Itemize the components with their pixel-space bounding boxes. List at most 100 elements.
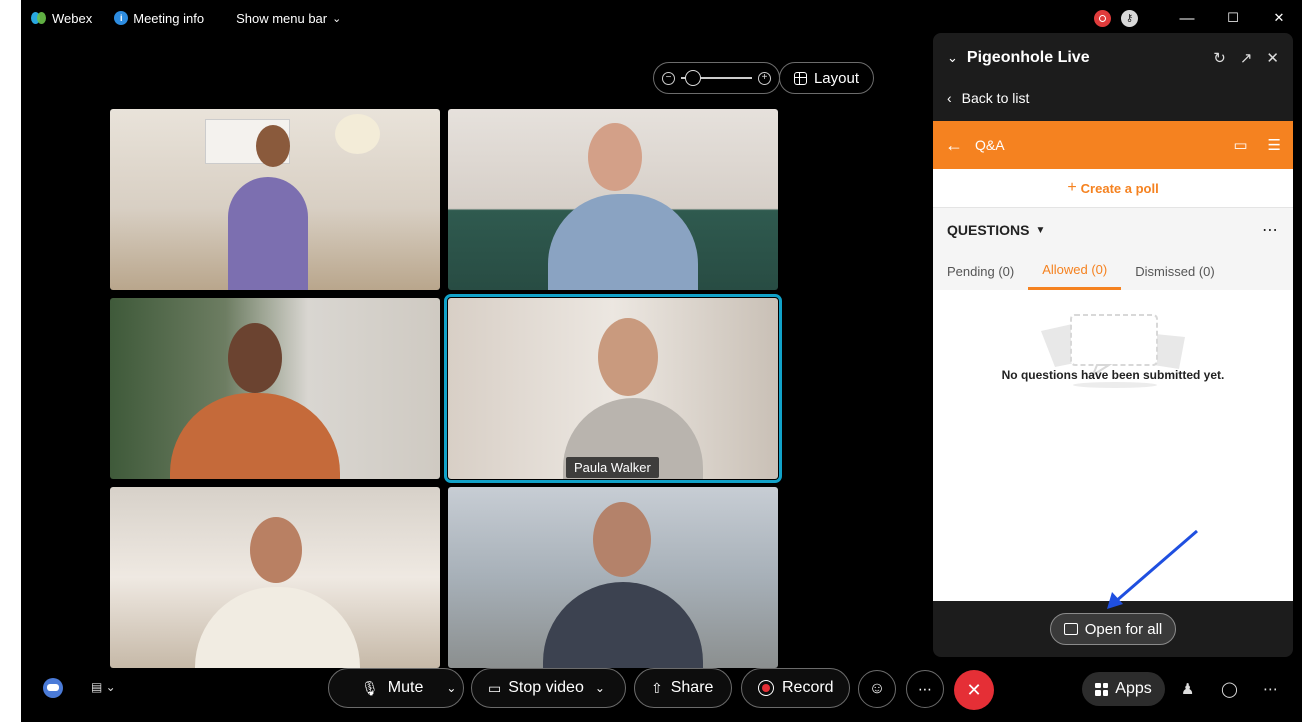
- mute-button[interactable]: 🎙 Mute ⌄: [328, 668, 464, 708]
- smiley-icon: ☺: [868, 680, 886, 697]
- participant-head: [593, 502, 651, 577]
- video-options-chevron-icon[interactable]: ⌄: [595, 681, 605, 695]
- back-arrow-icon[interactable]: ←: [945, 135, 963, 156]
- participant-head: [598, 318, 658, 396]
- panel-header: ⌄ Pigeonhole Live ↻ ↗ ✕: [933, 33, 1293, 83]
- app-name: Webex: [52, 10, 93, 26]
- questions-header: QUESTIONS ▼ ⋯ Pending (0) Allowed (0) Di…: [933, 208, 1293, 290]
- caret-down-icon[interactable]: ▼: [1035, 225, 1045, 236]
- title-bar: Webex i Meeting info Show menu bar ⌄ ⚷ —…: [21, 0, 1302, 36]
- open-for-all-label: Open for all: [1084, 620, 1163, 638]
- video-tile-4-active-speaker[interactable]: [444, 294, 782, 483]
- meeting-info-button[interactable]: i Meeting info: [114, 11, 204, 26]
- more-options-icon[interactable]: ⋯: [1262, 220, 1279, 240]
- recording-indicator-icon[interactable]: [1094, 9, 1111, 27]
- collapse-chevron-icon[interactable]: ⌄: [947, 50, 958, 66]
- share-screen-icon: [1063, 623, 1078, 635]
- chevron-left-icon: ‹: [947, 90, 952, 106]
- empty-questions-message: No questions have been submitted yet.: [1001, 368, 1225, 382]
- meeting-controls-bar: ▤ ⌄ 🎙 Mute ⌄ ▭ Stop video ⌄ ⇧ Share Reco…: [21, 668, 1302, 712]
- participant-head: [256, 125, 290, 167]
- close-x-icon: ✕: [966, 679, 982, 700]
- end-meeting-button[interactable]: ✕: [954, 670, 994, 710]
- tab-allowed[interactable]: Allowed (0): [1028, 252, 1122, 290]
- reactions-button[interactable]: ☺: [858, 670, 896, 708]
- show-menu-bar-label: Show menu bar: [236, 10, 328, 26]
- tab-dismissed[interactable]: Dismissed (0): [1121, 252, 1228, 290]
- captions-icon[interactable]: ▤ ⌄: [91, 680, 116, 694]
- ellipsis-icon: ⋯: [918, 680, 932, 697]
- mute-options-chevron-icon[interactable]: ⌄: [446, 681, 456, 695]
- maximize-button[interactable]: ☐: [1210, 10, 1256, 26]
- back-to-list-button[interactable]: ‹ Back to list: [933, 83, 1293, 113]
- close-button[interactable]: ✕: [1256, 10, 1302, 26]
- show-menu-bar-button[interactable]: Show menu bar ⌄: [236, 11, 341, 26]
- question-tabs: Pending (0) Allowed (0) Dismissed (0): [947, 252, 1279, 290]
- record-icon: [758, 680, 774, 696]
- stop-video-label: Stop video: [508, 679, 584, 696]
- annotation-arrow-icon: [1107, 529, 1198, 609]
- video-tile-2[interactable]: [448, 109, 778, 290]
- ai-assistant-icon[interactable]: [43, 678, 63, 698]
- pop-out-icon[interactable]: ↗: [1240, 49, 1253, 67]
- close-icon[interactable]: ✕: [1266, 49, 1279, 67]
- open-for-all-button[interactable]: Open for all: [1049, 613, 1177, 645]
- create-poll-button[interactable]: + Create a poll: [933, 169, 1293, 208]
- qa-title: Q&A: [975, 137, 1005, 153]
- zoom-slider[interactable]: [681, 70, 752, 86]
- back-to-list-label: Back to list: [961, 90, 1030, 106]
- more-options-button[interactable]: ⋯: [906, 670, 944, 708]
- more-panels-icon[interactable]: ⋯: [1263, 680, 1278, 698]
- mute-label: Mute: [387, 679, 424, 696]
- video-zoom-control: − +: [653, 62, 780, 94]
- participant-body: [228, 177, 308, 290]
- layout-button[interactable]: Layout: [779, 62, 874, 94]
- record-label: Record: [782, 679, 834, 696]
- chevron-down-icon: ⌄: [332, 12, 342, 25]
- meeting-info-icon: i: [114, 11, 129, 25]
- layout-grid-icon: [793, 71, 807, 85]
- video-camera-icon: ▭: [488, 679, 502, 696]
- key-icon[interactable]: ⚷: [1121, 9, 1138, 27]
- questions-dropdown-label[interactable]: QUESTIONS: [947, 222, 1029, 238]
- tab-pending[interactable]: Pending (0): [947, 252, 1028, 290]
- share-icon: ⇧: [651, 679, 663, 696]
- cast-icon[interactable]: ▭: [1233, 136, 1247, 154]
- create-poll-label: Create a poll: [1080, 180, 1159, 196]
- participants-icon[interactable]: ♟: [1181, 680, 1194, 698]
- video-tile-3[interactable]: [110, 298, 440, 479]
- apps-button[interactable]: Apps: [1082, 672, 1165, 706]
- participant-head: [588, 123, 642, 191]
- panel-title: Pigeonhole Live: [966, 49, 1090, 66]
- qa-header-bar: ← Q&A ▭ ☰: [933, 121, 1293, 169]
- zoom-slider-handle[interactable]: [685, 70, 701, 86]
- webex-menu[interactable]: Webex: [31, 11, 92, 26]
- chat-icon[interactable]: ◯: [1221, 680, 1238, 698]
- stop-video-button[interactable]: ▭ Stop video ⌄: [471, 668, 626, 708]
- microphone-icon: 🎙: [361, 679, 379, 696]
- participant-body: [543, 582, 703, 668]
- share-button[interactable]: ⇧ Share: [634, 668, 732, 708]
- video-tile-5[interactable]: [110, 487, 440, 668]
- minimize-button[interactable]: —: [1164, 10, 1210, 27]
- webex-meeting-window: Webex i Meeting info Show menu bar ⌄ ⚷ —…: [21, 0, 1302, 722]
- apps-grid-icon: [1095, 682, 1109, 696]
- plus-icon: +: [1067, 179, 1077, 196]
- participant-body: [170, 393, 340, 479]
- participant-name-tag: Paula Walker: [566, 457, 659, 478]
- participant-head: [228, 323, 282, 393]
- record-button[interactable]: Record: [741, 668, 850, 708]
- video-tile-6[interactable]: [448, 487, 778, 668]
- layout-label: Layout: [813, 69, 860, 87]
- webex-logo-icon: [31, 12, 47, 24]
- meeting-info-label: Meeting info: [133, 10, 205, 26]
- hamburger-menu-icon[interactable]: ☰: [1268, 136, 1281, 154]
- video-tile-1[interactable]: [110, 109, 440, 290]
- participant-head: [250, 517, 302, 583]
- pendant-lamp: [335, 114, 380, 154]
- participant-body: [548, 194, 698, 290]
- zoom-in-icon[interactable]: +: [758, 71, 771, 85]
- refresh-icon[interactable]: ↻: [1213, 49, 1226, 67]
- participant-body: [195, 587, 360, 668]
- zoom-out-icon[interactable]: −: [662, 71, 675, 85]
